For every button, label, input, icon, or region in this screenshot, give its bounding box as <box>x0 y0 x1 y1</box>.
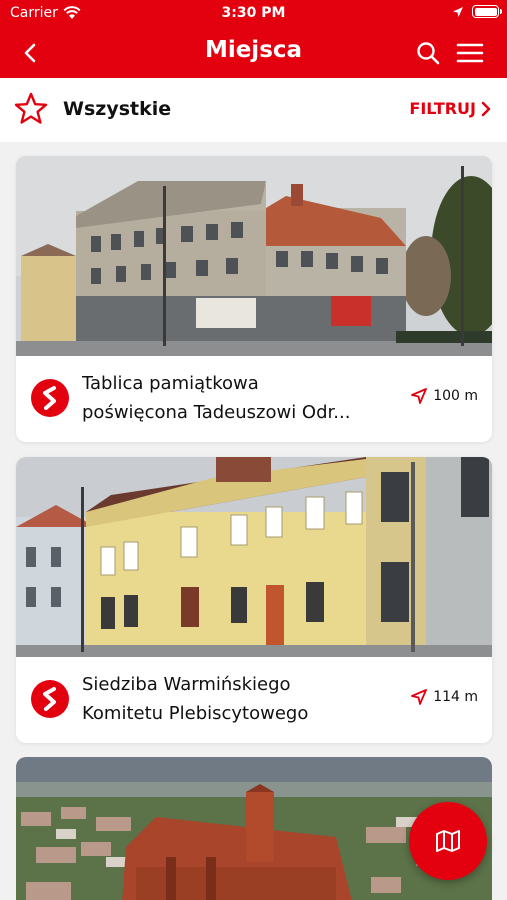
place-photo <box>16 156 492 356</box>
nav-bar: Miejsca <box>0 28 507 78</box>
place-name-line1: Siedziba Warmińskiego <box>82 674 291 695</box>
filter-bar: Wszystkie FILTRUJ <box>0 78 507 142</box>
place-name-line2: Komitetu Plebiscytowego <box>82 703 309 724</box>
distance: 114 m <box>411 689 478 705</box>
place-name-line2: poświęcona Tadeuszowi Odr... <box>82 402 351 423</box>
distance-value: 100 m <box>433 388 478 404</box>
path-icon <box>31 680 69 718</box>
chevron-right-icon <box>481 101 491 116</box>
filter-button[interactable]: FILTRUJ <box>409 99 491 118</box>
place-name: Tablica pamiątkowa poświęcona Tadeuszowi… <box>82 369 397 427</box>
location-arrow-icon <box>453 6 463 17</box>
place-name-line1: Tablica pamiątkowa <box>82 373 259 394</box>
menu-icon[interactable] <box>455 38 485 68</box>
status-bar: Carrier 3:30 PM <box>0 0 507 28</box>
place-card[interactable]: Tablica pamiątkowa poświęcona Tadeuszowi… <box>16 156 492 442</box>
distance: 100 m <box>411 388 478 404</box>
filter-label: FILTRUJ <box>409 99 476 118</box>
place-name: Siedziba Warmińskiego Komitetu Plebiscyt… <box>82 670 397 728</box>
place-photo <box>16 457 492 657</box>
distance-value: 114 m <box>433 689 478 705</box>
category-label[interactable]: Wszystkie <box>63 98 171 120</box>
map-button[interactable] <box>409 802 487 880</box>
path-icon <box>31 379 69 417</box>
clock: 3:30 PM <box>221 5 286 21</box>
place-info: Tablica pamiątkowa poświęcona Tadeuszowi… <box>16 356 492 442</box>
navigation-arrow-icon <box>411 689 428 705</box>
place-card[interactable]: Siedziba Warmińskiego Komitetu Plebiscyt… <box>16 457 492 743</box>
search-icon[interactable] <box>413 38 443 68</box>
place-info: Siedziba Warmińskiego Komitetu Plebiscyt… <box>16 657 492 743</box>
navigation-arrow-icon <box>411 388 428 404</box>
battery-icon <box>472 5 502 18</box>
star-icon <box>14 92 48 124</box>
map-icon <box>436 830 460 852</box>
